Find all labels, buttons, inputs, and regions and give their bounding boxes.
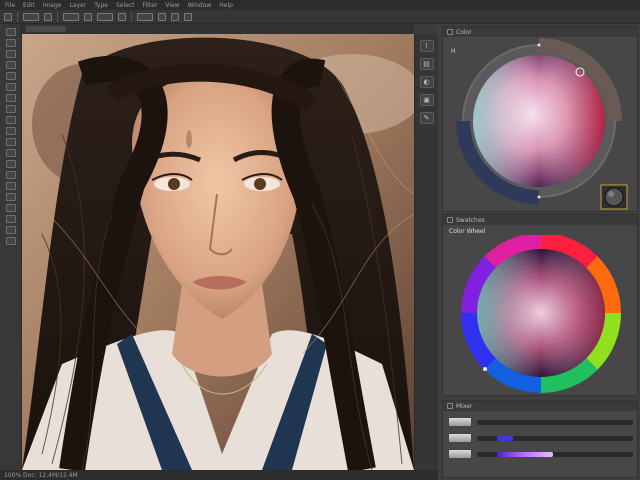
eraser-tool-icon[interactable]: [5, 138, 16, 146]
menu-item-filter[interactable]: Filter: [142, 2, 159, 9]
menu-item-window[interactable]: Window: [187, 2, 213, 9]
healing-tool-icon[interactable]: [5, 94, 16, 102]
opacity-field[interactable]: [63, 12, 79, 21]
menu-item-type[interactable]: Type: [93, 2, 109, 9]
mixer-panel-title: Mixer: [456, 402, 473, 410]
blur-tool-icon[interactable]: [5, 160, 16, 168]
gear-icon[interactable]: [158, 12, 166, 21]
brush-size-picker[interactable]: [23, 12, 39, 21]
brush-settings-icon[interactable]: ✎: [419, 112, 434, 124]
mixer-row-2: [449, 433, 633, 443]
airbrush-icon[interactable]: [118, 12, 126, 21]
type-tool-icon[interactable]: [5, 193, 16, 201]
eyedropper-tool-icon[interactable]: [5, 83, 16, 91]
options-bar: [0, 10, 640, 24]
document-tab[interactable]: [26, 26, 66, 32]
mask-icon[interactable]: ▣: [419, 94, 434, 106]
color-panel: Color H: [442, 26, 638, 212]
menu-item-edit[interactable]: Edit: [22, 2, 36, 9]
menu-item-help[interactable]: Help: [218, 2, 234, 9]
mixer-slider[interactable]: [477, 419, 633, 425]
tool-preset-icon[interactable]: [4, 12, 12, 21]
photo-editor-window: File Edit Image Layer Type Select Filter View Wi…: [0, 0, 640, 480]
curve-icon[interactable]: ⌇: [419, 40, 434, 52]
panel-menu-icon[interactable]: [447, 29, 453, 35]
tools-panel: [0, 24, 22, 470]
panel-menu-icon[interactable]: [447, 403, 453, 409]
swatches-panel-title: Swatches: [456, 216, 485, 224]
status-text: 100% Doc: 12.4M/12.4M: [4, 471, 78, 479]
smoothing-field[interactable]: [137, 12, 153, 21]
color-ring-picker[interactable]: H: [443, 37, 639, 213]
swatches-panel-header: Swatches: [443, 215, 637, 225]
right-panels: Color H Swatches Color Wheel Mixer: [438, 24, 640, 480]
rectangle-tool-icon[interactable]: [5, 215, 16, 223]
lasso-tool-icon[interactable]: [5, 50, 16, 58]
mixer-panel: Mixer: [442, 400, 638, 478]
swatches-panel: Swatches Color Wheel: [442, 214, 638, 396]
symmetry-icon[interactable]: [184, 12, 192, 21]
magic-wand-tool-icon[interactable]: [5, 61, 16, 69]
marquee-tool-icon[interactable]: [5, 39, 16, 47]
hand-tool-icon[interactable]: [5, 226, 16, 234]
menu-item-layer[interactable]: Layer: [68, 2, 87, 9]
adjust-icon[interactable]: ◐: [419, 76, 434, 88]
mixer-panel-header: Mixer: [443, 401, 637, 411]
status-bar: 100% Doc: 12.4M/12.4M: [0, 470, 438, 480]
flow-field[interactable]: [97, 12, 113, 21]
menu-bar: File Edit Image Layer Type Select Filter View Wi…: [0, 0, 640, 10]
mixer-swatch[interactable]: [449, 450, 471, 458]
gradient-tool-icon[interactable]: [5, 149, 16, 157]
menu-item-view[interactable]: View: [164, 2, 180, 9]
color-wheel[interactable]: [443, 235, 639, 395]
mixer-swatch[interactable]: [449, 418, 471, 426]
pen-tool-icon[interactable]: [5, 182, 16, 190]
mixer-row-3: [449, 449, 633, 459]
color-panel-header: Color: [443, 27, 637, 37]
panel-menu-icon[interactable]: [447, 217, 453, 223]
path-select-tool-icon[interactable]: [5, 204, 16, 212]
history-tool-icon[interactable]: [5, 127, 16, 135]
document-canvas[interactable]: [22, 34, 414, 470]
mixer-slider[interactable]: [477, 435, 633, 441]
clone-tool-icon[interactable]: [5, 116, 16, 124]
color-panel-marker: H: [451, 48, 456, 55]
artwork-image: [22, 34, 414, 470]
zoom-tool-icon[interactable]: [5, 237, 16, 245]
mixer-swatch[interactable]: [449, 434, 471, 442]
pressure-opacity-icon[interactable]: [84, 12, 92, 21]
move-tool-icon[interactable]: [5, 28, 16, 36]
crop-tool-icon[interactable]: [5, 72, 16, 80]
menu-item-image[interactable]: Image: [42, 2, 63, 9]
pressure-size-icon[interactable]: [171, 12, 179, 21]
brush-mode-icon[interactable]: [44, 12, 52, 21]
document-tab-bar: [22, 24, 414, 34]
mixer-row-1: [449, 417, 633, 427]
menu-item-select[interactable]: Select: [115, 2, 136, 9]
brush-tool-icon[interactable]: [5, 105, 16, 113]
color-panel-title: Color: [456, 28, 472, 36]
mixer-slider[interactable]: [477, 451, 633, 457]
menu-item-file[interactable]: File: [4, 2, 16, 9]
panel-dock-strip: ⌇ ▤ ◐ ▣ ✎: [414, 34, 438, 470]
dodge-tool-icon[interactable]: [5, 171, 16, 179]
levels-icon[interactable]: ▤: [419, 58, 434, 70]
